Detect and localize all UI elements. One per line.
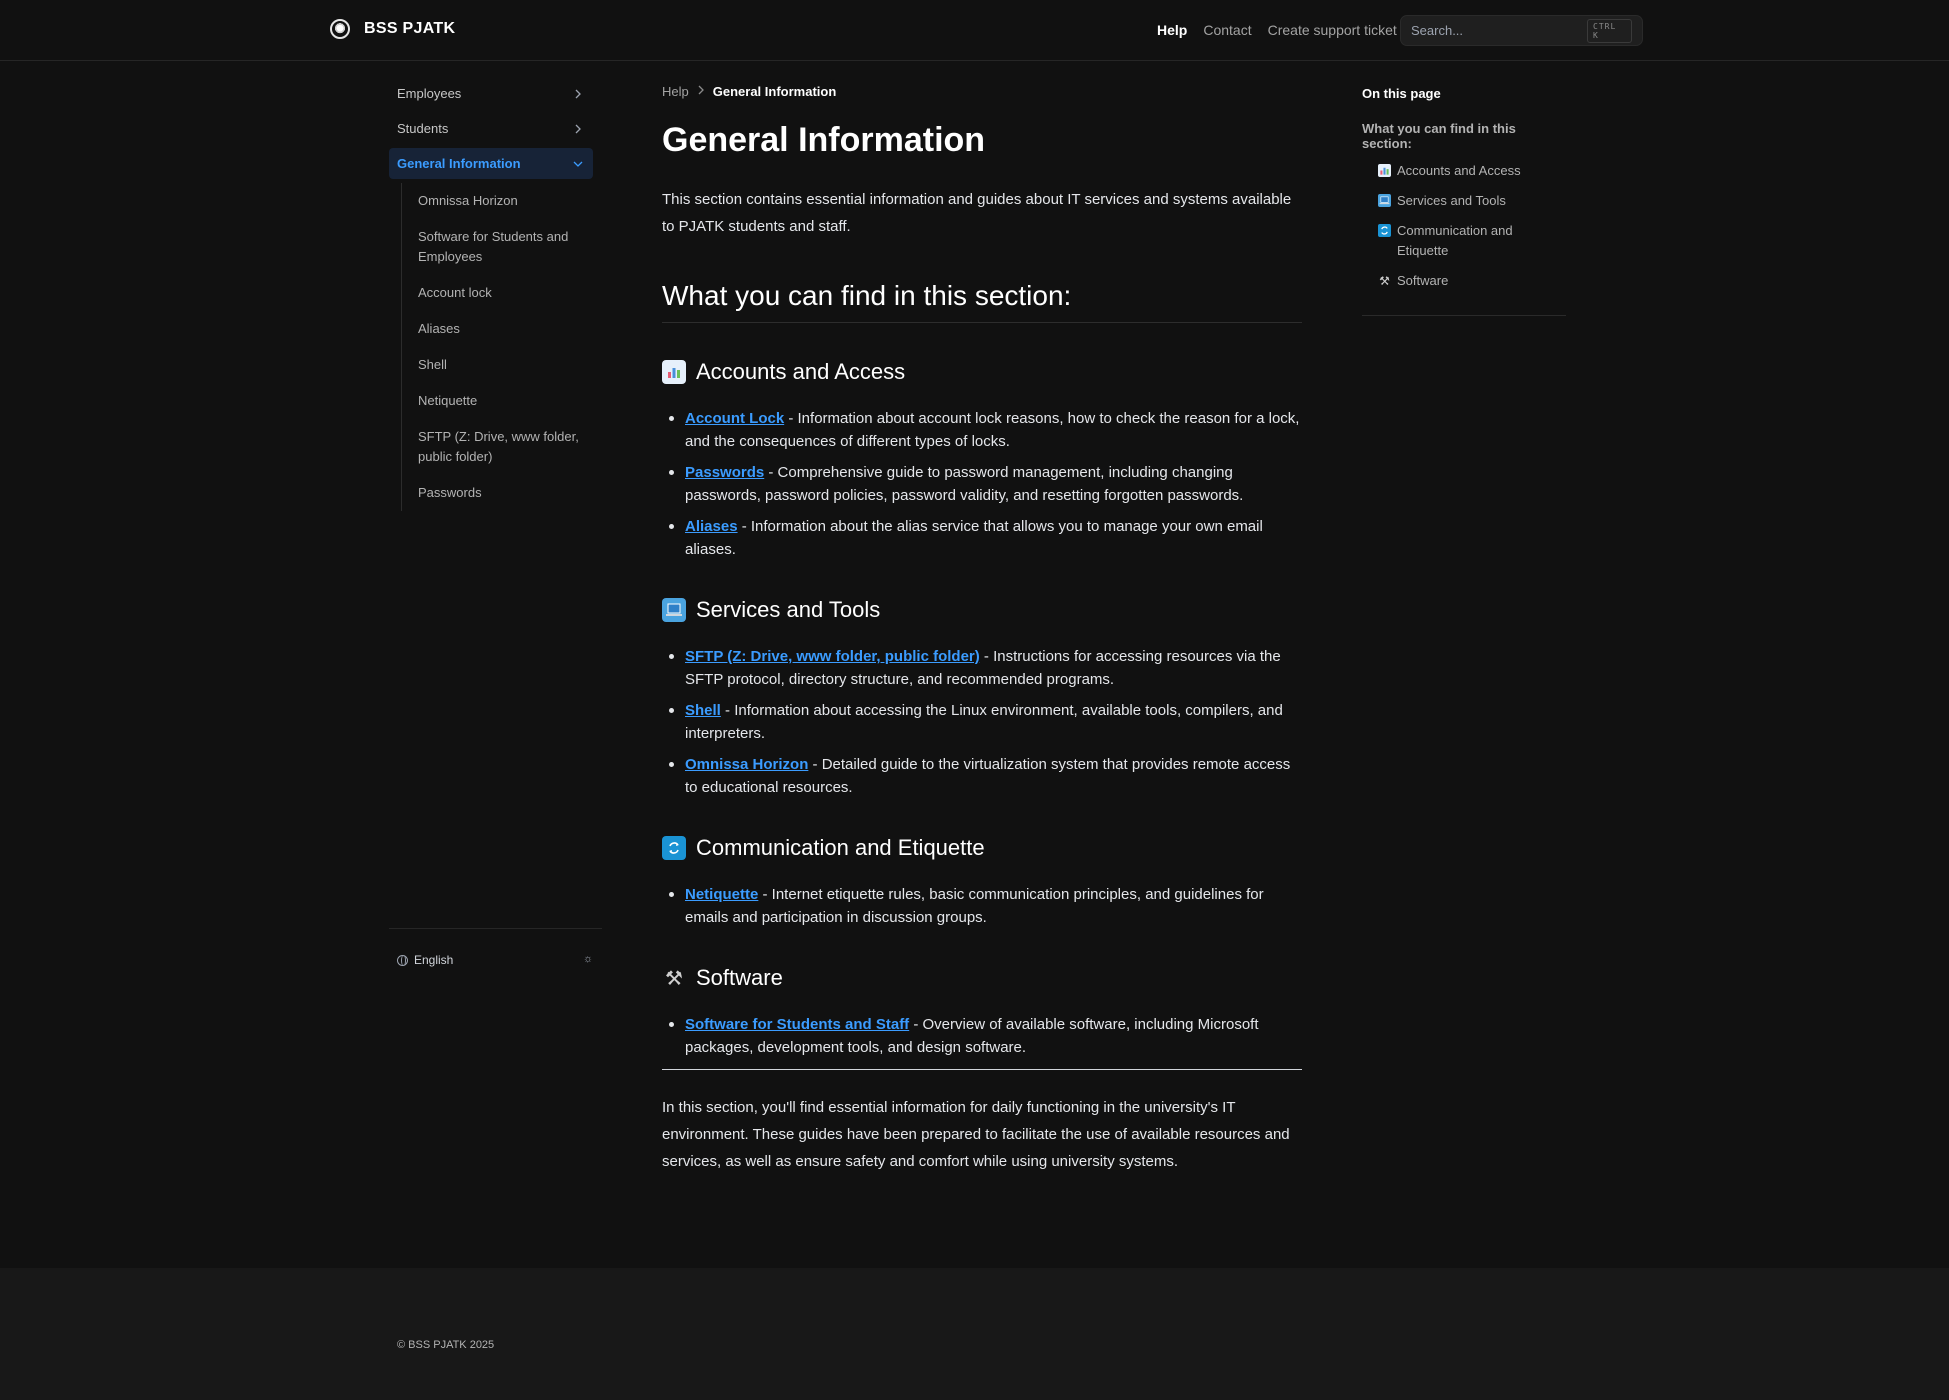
section-heading: What you can find in this section: bbox=[662, 280, 1302, 323]
sftp-link[interactable]: SFTP (Z: Drive, www folder, public folde… bbox=[685, 648, 980, 665]
nav-contact[interactable]: Contact bbox=[1203, 22, 1251, 38]
top-header: BSS PJATK Help Contact Create support ti… bbox=[0, 0, 1949, 61]
account-lock-link[interactable]: Account Lock bbox=[685, 410, 784, 427]
software-list: Software for Students and Staff - Overvi… bbox=[662, 1013, 1302, 1059]
chevron-right-icon bbox=[571, 122, 585, 136]
top-nav: Help Contact Create support ticket bbox=[1157, 22, 1397, 38]
search-input[interactable] bbox=[1411, 23, 1587, 38]
sidebar-subitem-shell[interactable]: Shell bbox=[410, 347, 593, 383]
search-shortcut-badge: CTRL K bbox=[1587, 18, 1632, 43]
content-divider bbox=[662, 1069, 1302, 1070]
heading-text: Accounts and Access bbox=[696, 359, 906, 384]
list-item-text: - Internet etiquette rules, basic commun… bbox=[685, 886, 1264, 926]
sidebar-item-students[interactable]: Students bbox=[389, 113, 593, 144]
heading-communication-and-etiquette: Communication and Etiquette bbox=[662, 835, 1302, 861]
heading-accounts-and-access: Accounts and Access bbox=[662, 359, 1302, 385]
main-content: Help General Information General Informa… bbox=[662, 82, 1302, 1175]
sidebar-item-employees[interactable]: Employees bbox=[389, 78, 593, 109]
laptop-emoji-icon bbox=[662, 598, 686, 622]
breadcrumb: Help General Information bbox=[662, 82, 1302, 100]
chevron-right-icon bbox=[571, 87, 585, 101]
toc-item-label: Accounts and Access bbox=[1397, 163, 1521, 178]
sidebar-item-label: Employees bbox=[397, 86, 462, 101]
communication-list: Netiquette - Internet etiquette rules, b… bbox=[662, 883, 1302, 929]
logo-text: BSS PJATK bbox=[364, 20, 456, 37]
list-item: Passwords - Comprehensive guide to passw… bbox=[662, 461, 1302, 507]
aliases-link[interactable]: Aliases bbox=[685, 518, 738, 535]
list-item: SFTP (Z: Drive, www folder, public folde… bbox=[662, 645, 1302, 691]
list-item: Software for Students and Staff - Overvi… bbox=[662, 1013, 1302, 1059]
chevron-right-icon bbox=[697, 85, 705, 98]
sidebar-subitem-aliases[interactable]: Aliases bbox=[410, 311, 593, 347]
heading-software: ⚒ Software bbox=[662, 965, 1302, 991]
sidebar-subitem-omnissa-horizon[interactable]: Omnissa Horizon bbox=[410, 183, 593, 219]
arrows-emoji-icon bbox=[1378, 224, 1391, 237]
software-for-students-and-staff-link[interactable]: Software for Students and Staff bbox=[685, 1016, 909, 1033]
breadcrumb-help-link[interactable]: Help bbox=[662, 84, 689, 99]
netiquette-link[interactable]: Netiquette bbox=[685, 886, 758, 903]
chevron-down-icon bbox=[571, 157, 585, 171]
toc-heading-link[interactable]: What you can find in this section: bbox=[1362, 121, 1566, 151]
logo-icon bbox=[330, 19, 350, 39]
page-title: General Information bbox=[662, 121, 986, 159]
sidebar-subitem-netiquette[interactable]: Netiquette bbox=[410, 383, 593, 419]
sidebar-item-general-information[interactable]: General Information bbox=[389, 148, 593, 179]
copyright-text: © BSS PJATK 2025 bbox=[397, 1339, 495, 1351]
toc-item-label: Communication and Etiquette bbox=[1397, 223, 1513, 258]
toc-item-services-and-tools[interactable]: Services and Tools bbox=[1362, 191, 1566, 211]
sidebar-footer: English ☼ bbox=[389, 928, 602, 978]
list-item: Netiquette - Internet etiquette rules, b… bbox=[662, 883, 1302, 929]
toc-item-label: Software bbox=[1397, 273, 1449, 288]
sidebar-subitem-passwords[interactable]: Passwords bbox=[410, 475, 593, 511]
accounts-list: Account Lock - Information about account… bbox=[662, 407, 1302, 561]
list-item-text: - Comprehensive guide to password manage… bbox=[685, 464, 1244, 504]
list-item: Omnissa Horizon - Detailed guide to the … bbox=[662, 753, 1302, 799]
tools-emoji-icon: ⚒ bbox=[665, 967, 683, 990]
logo-link[interactable]: BSS PJATK bbox=[330, 19, 455, 39]
breadcrumb-current: General Information bbox=[712, 83, 837, 99]
nav-create-support-ticket[interactable]: Create support ticket bbox=[1268, 22, 1397, 38]
sidebar-subitem-account-lock[interactable]: Account lock bbox=[410, 275, 593, 311]
toc-title: On this page bbox=[1362, 86, 1441, 101]
toc-item-communication-and-etiquette[interactable]: Communication and Etiquette bbox=[1362, 221, 1566, 261]
sidebar-item-label: Students bbox=[397, 121, 449, 136]
arrows-emoji-icon bbox=[662, 836, 686, 860]
heading-text: Communication and Etiquette bbox=[696, 835, 985, 860]
toc-item-software[interactable]: ⚒ Software bbox=[1362, 271, 1566, 291]
list-item-text: - Information about accessing the Linux … bbox=[685, 702, 1283, 742]
sidebar-nav: Employees Students General Information O… bbox=[389, 78, 593, 511]
bar-chart-emoji-icon bbox=[662, 360, 686, 384]
bar-chart-emoji-icon bbox=[1378, 164, 1391, 177]
sidebar-subnav: Omnissa Horizon Software for Students an… bbox=[401, 183, 593, 511]
laptop-emoji-icon bbox=[1378, 194, 1391, 207]
heading-text: Software bbox=[696, 965, 783, 990]
omnissa-horizon-link[interactable]: Omnissa Horizon bbox=[685, 756, 808, 773]
table-of-contents: On this page What you can find in this s… bbox=[1362, 86, 1566, 316]
toc-item-label: Services and Tools bbox=[1397, 193, 1506, 208]
services-list: SFTP (Z: Drive, www folder, public folde… bbox=[662, 645, 1302, 799]
list-item: Aliases - Information about the alias se… bbox=[662, 515, 1302, 561]
outro-paragraph: In this section, you'll find essential i… bbox=[662, 1099, 1290, 1170]
list-item-text: - Information about the alias service th… bbox=[685, 518, 1263, 558]
language-label: English bbox=[414, 953, 454, 967]
list-item: Shell - Information about accessing the … bbox=[662, 699, 1302, 745]
globe-icon bbox=[397, 954, 408, 966]
heading-text: Services and Tools bbox=[696, 597, 881, 622]
nav-help[interactable]: Help bbox=[1157, 22, 1187, 38]
language-switcher[interactable]: English bbox=[397, 953, 453, 967]
list-item: Account Lock - Information about account… bbox=[662, 407, 1302, 453]
sidebar-subitem-software[interactable]: Software for Students and Employees bbox=[410, 219, 593, 275]
shell-link[interactable]: Shell bbox=[685, 702, 721, 719]
theme-toggle-sun-icon[interactable]: ☼ bbox=[583, 953, 593, 965]
passwords-link[interactable]: Passwords bbox=[685, 464, 764, 481]
tools-emoji-icon: ⚒ bbox=[1379, 273, 1390, 288]
search-box[interactable]: CTRL K bbox=[1400, 15, 1643, 46]
sidebar-subitem-sftp[interactable]: SFTP (Z: Drive, www folder, public folde… bbox=[410, 419, 593, 475]
toc-item-accounts-and-access[interactable]: Accounts and Access bbox=[1362, 161, 1566, 181]
heading-services-and-tools: Services and Tools bbox=[662, 597, 1302, 623]
page-footer: © BSS PJATK 2025 bbox=[0, 1268, 1949, 1400]
sidebar-item-label: General Information bbox=[397, 156, 521, 171]
intro-paragraph: This section contains essential informat… bbox=[662, 191, 1292, 235]
